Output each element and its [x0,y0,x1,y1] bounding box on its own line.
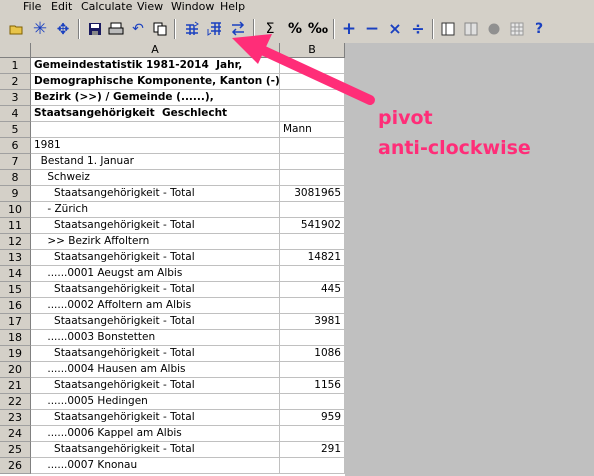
annotation-line2: anti-clockwise [378,137,531,159]
annotation-arrow [232,34,375,105]
annotation-line1: pivot [378,107,433,129]
